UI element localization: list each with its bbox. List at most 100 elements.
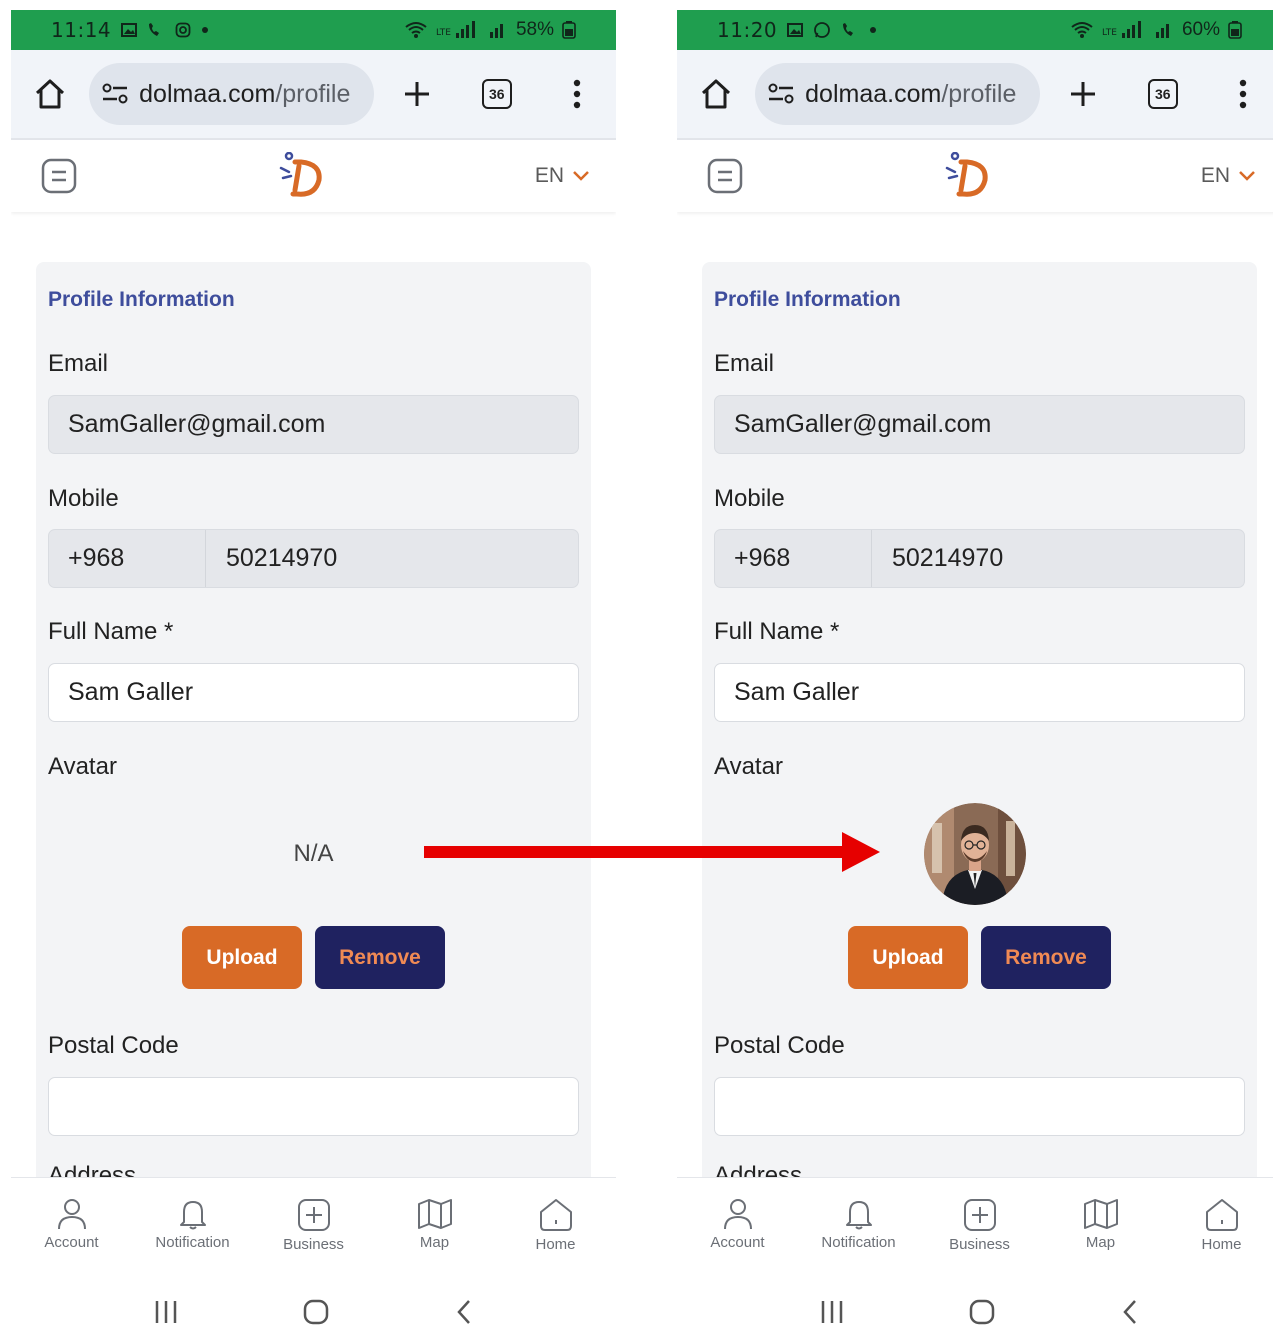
recent-apps-icon[interactable] [819,1299,845,1325]
email-label: Email [48,350,109,377]
svg-text:LTE: LTE [436,28,451,38]
call-icon [843,23,854,36]
whatsapp-icon [814,22,831,38]
status-time: 11:20 [717,18,778,42]
address-bar[interactable]: dolmaa.com/profile [89,63,374,125]
postal-code-input[interactable] [714,1077,1245,1136]
url-path: /profile [941,79,1017,108]
nav-notification[interactable]: Notification [804,1198,914,1251]
gallery-icon [787,23,804,37]
nav-notification[interactable]: Notification [138,1198,248,1251]
tab-switcher-button[interactable]: 36 [1142,72,1184,116]
nav-label: Business [949,1236,1010,1253]
mobile-number[interactable]: 50214970 [206,544,337,573]
avatar-placeholder: N/A [293,839,334,867]
home-circle-icon[interactable] [302,1298,330,1326]
nav-account[interactable]: Account [683,1198,793,1251]
postal-code-label: Postal Code [714,1032,845,1059]
postal-code-input[interactable] [48,1077,579,1136]
plus-icon [1070,82,1095,106]
status-bar: 11:20 LTE 60% [677,10,1273,50]
nav-map[interactable]: Map [1046,1198,1156,1251]
tab-count: 36 [481,79,512,109]
avatar-label: Avatar [48,753,117,780]
address-bar[interactable]: dolmaa.com/profile [755,63,1040,125]
tab-switcher-button[interactable]: 36 [476,72,518,116]
home-circle-icon[interactable] [968,1298,996,1326]
remove-button[interactable]: Remove [981,926,1111,989]
home-button[interactable] [695,72,737,116]
upload-button[interactable]: Upload [182,926,302,989]
new-tab-button[interactable] [396,72,438,116]
dot-icon [870,27,877,33]
menu-button[interactable] [37,154,81,198]
dolmaa-logo[interactable] [945,152,993,200]
remove-button[interactable]: Remove [315,926,445,989]
avatar-actions: Upload Remove [714,926,1245,989]
nav-home[interactable]: Home [501,1198,611,1253]
address-label: Address [48,1162,137,1177]
map-icon [1083,1199,1118,1229]
nav-map[interactable]: Map [380,1198,490,1251]
nav-label: Business [283,1236,344,1253]
nav-account[interactable]: Account [17,1198,127,1251]
language-selector[interactable]: EN [1201,164,1256,188]
person-icon [57,1199,86,1230]
notification-icons [787,21,877,39]
recent-apps-icon[interactable] [153,1299,179,1325]
nav-home[interactable]: Home [1167,1198,1273,1253]
home-icon [539,1199,572,1231]
back-icon[interactable] [1120,1298,1140,1326]
site-settings-icon[interactable] [767,82,795,106]
nav-label: Notification [821,1234,896,1251]
language-label: EN [534,164,564,187]
nav-business[interactable]: Business [259,1198,369,1253]
android-navigation-bar [11,1277,616,1330]
person-icon [723,1199,752,1230]
dolmaa-logo[interactable] [279,152,327,200]
email-field[interactable]: SamGaller@gmail.com [48,395,579,454]
menu-button[interactable] [703,154,747,198]
dot-icon [202,27,209,33]
country-code[interactable]: +968 [715,530,872,587]
more-vertical-icon [573,79,581,109]
mobile-number[interactable]: 50214970 [872,544,1003,573]
profile-card: Profile Information Email SamGaller@gmai… [702,262,1257,1177]
home-button[interactable] [29,72,71,116]
wifi-icon [405,22,427,38]
tab-count: 36 [1147,79,1178,109]
avatar-label: Avatar [714,753,783,780]
right-arrow-icon [424,832,880,872]
battery-level: 60% [1181,19,1220,40]
system-icons: LTE 60% [1070,19,1242,41]
mobile-field[interactable]: +968 50214970 [48,529,579,588]
app-header: EN [11,140,616,212]
language-selector[interactable]: EN [535,164,590,188]
upload-button[interactable]: Upload [848,926,968,989]
email-field[interactable]: SamGaller@gmail.com [714,395,1245,454]
browser-toolbar: dolmaa.com/profile 36 [677,50,1273,140]
nav-label: Notification [155,1234,230,1251]
mobile-field[interactable]: +968 50214970 [714,529,1245,588]
back-icon[interactable] [454,1298,474,1326]
nav-label: Home [535,1236,576,1253]
full-name-input[interactable]: Sam Galler [48,663,579,722]
profile-photo[interactable] [923,802,1026,905]
browser-menu-button[interactable] [1222,72,1264,116]
nav-label: Home [1201,1236,1242,1253]
browser-menu-button[interactable] [556,72,598,116]
nav-business[interactable]: Business [925,1198,1035,1253]
country-code[interactable]: +968 [49,530,206,587]
full-name-input[interactable]: Sam Galler [714,663,1245,722]
new-tab-button[interactable] [1062,72,1104,116]
url-path: /profile [275,79,351,108]
chevron-down-icon [573,171,589,181]
phone-screen-before: 11:14 LTE 58% dolmaa.com/profile 36 EN P… [11,10,616,1330]
site-settings-icon[interactable] [101,82,129,106]
nav-label: Account [710,1234,765,1251]
instagram-icon [175,22,191,38]
mobile-label: Mobile [48,485,119,512]
home-icon [1205,1199,1238,1231]
mobile-label: Mobile [714,485,785,512]
full-name-label: Full Name * [714,618,840,645]
